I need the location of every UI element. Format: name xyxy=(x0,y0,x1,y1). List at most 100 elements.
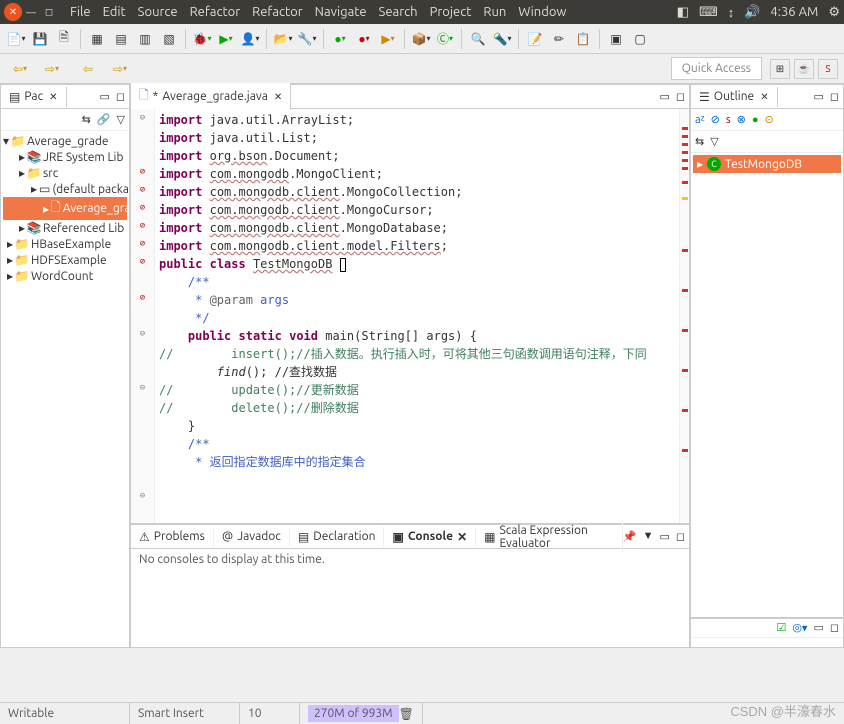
link-editor-icon[interactable]: 🔗 xyxy=(97,113,111,126)
hide-local-icon[interactable]: ● xyxy=(752,114,759,126)
tasks-icon[interactable]: ☑ xyxy=(776,621,786,635)
minimize-icon[interactable]: ▭ xyxy=(659,90,669,103)
tool-11[interactable]: ▢ xyxy=(630,29,650,49)
run-button[interactable]: ▶▾ xyxy=(216,29,236,49)
menu-refactor[interactable]: Refactor xyxy=(252,5,303,19)
focus-icon[interactable]: ⊙ xyxy=(764,113,773,126)
link-icon[interactable]: ⇆ xyxy=(695,135,704,148)
new-class-button[interactable]: Ⓒ▾ xyxy=(435,29,455,49)
view-menu-icon[interactable]: ▽ xyxy=(710,135,718,148)
tool-3[interactable]: ▥ xyxy=(135,29,155,49)
ext-tools-button[interactable]: ▶▾ xyxy=(378,29,398,49)
hide-fields-icon[interactable]: ⊘ xyxy=(711,113,720,126)
tree-item[interactable]: ▸📁WordCount xyxy=(3,268,127,284)
tab-problems[interactable]: ⚠ Problems xyxy=(131,527,214,547)
tool-7[interactable]: 📝 xyxy=(525,29,545,49)
editor-tab[interactable]: 🗋 *Average_grade.java ✕ xyxy=(131,83,291,110)
search-button[interactable]: 🔦▾ xyxy=(492,29,512,49)
tab-javadoc[interactable]: @ Javadoc xyxy=(214,527,290,546)
tree-item[interactable]: ▸📁src xyxy=(3,165,127,181)
menu-window[interactable]: Window xyxy=(518,5,566,19)
tool-10[interactable]: ▣ xyxy=(606,29,626,49)
open-type-button[interactable]: 🔍 xyxy=(468,29,488,49)
new-button[interactable]: 📄▾ xyxy=(6,29,26,49)
debug-button[interactable]: 🐞▾ xyxy=(192,29,212,49)
menu-run[interactable]: Run xyxy=(483,5,506,19)
java-perspective-icon[interactable]: ☕ xyxy=(794,59,814,79)
collapse-all-icon[interactable]: ⇆ xyxy=(82,113,91,126)
tree-item[interactable]: ▸🗋Average_gra xyxy=(3,197,127,220)
display-console-icon[interactable]: ▼ xyxy=(643,530,654,543)
open-task-icon[interactable]: ◎▾ xyxy=(792,621,807,635)
minimize-icon[interactable]: ▭ xyxy=(813,621,823,635)
tool-6[interactable]: 🔧▾ xyxy=(297,29,317,49)
scala-perspective-icon[interactable]: S xyxy=(818,59,838,79)
outline-class-item[interactable]: ▸CTestMongoDB xyxy=(693,155,841,173)
menu-navigate[interactable]: Navigate xyxy=(315,5,367,19)
tool-8[interactable]: ✏ xyxy=(549,29,569,49)
maximize-icon[interactable]: ◻ xyxy=(676,90,685,103)
tool-2[interactable]: ▤ xyxy=(111,29,131,49)
minimize-icon[interactable]: ▭ xyxy=(99,90,109,103)
gear-icon[interactable]: ⚙ xyxy=(828,5,840,20)
close-icon[interactable]: ✕ xyxy=(49,91,57,103)
volume-icon[interactable]: 🔊 xyxy=(744,5,760,20)
run-green-icon[interactable]: ●▾ xyxy=(330,29,350,49)
tab-scala-expression-evaluator[interactable]: ▦ Scala Expression Evaluator xyxy=(476,521,623,553)
minimize-icon[interactable]: ▭ xyxy=(813,90,823,103)
nav-back-button[interactable]: ⇦▾ xyxy=(6,59,34,79)
trash-icon[interactable]: 🗑 xyxy=(399,707,414,721)
close-icon[interactable]: ✕ xyxy=(457,530,467,544)
menu-refactor[interactable]: Refactor xyxy=(190,5,241,19)
tree-item[interactable]: ▸▭(default packa xyxy=(3,181,127,197)
nav-last-button[interactable]: ⇦ xyxy=(74,59,102,79)
maximize-icon[interactable]: ◻ xyxy=(830,621,839,635)
network-icon[interactable]: ↕ xyxy=(728,5,735,20)
tab-declaration[interactable]: ▤ Declaration xyxy=(290,527,385,547)
menu-project[interactable]: Project xyxy=(430,5,472,19)
coverage-button[interactable]: 👤▾ xyxy=(240,29,260,49)
nav-fwd-button[interactable]: ⇨▾ xyxy=(38,59,66,79)
minimize-icon[interactable]: ▭ xyxy=(659,530,669,543)
view-menu-icon[interactable]: ▽ xyxy=(117,113,125,126)
open-perspective-button[interactable]: ⊞ xyxy=(770,59,790,79)
sort-icon[interactable]: aᶻ xyxy=(695,114,705,126)
close-icon[interactable]: ✕ xyxy=(4,3,22,21)
tool-4[interactable]: ▧ xyxy=(159,29,179,49)
tool-9[interactable]: 📋 xyxy=(573,29,593,49)
hide-static-icon[interactable]: s xyxy=(726,114,731,126)
project-root[interactable]: ▾📁Average_grade xyxy=(3,133,127,149)
save-button[interactable]: 💾 xyxy=(30,29,50,49)
new-pkg-button[interactable]: 📦▾ xyxy=(411,29,431,49)
editor-gutter[interactable]: ⊖⊘⊘⊘⊘⊘⊘⊘⊖⊖⊖ xyxy=(131,109,155,523)
maximize-icon[interactable]: ◻ xyxy=(830,90,839,103)
pin-console-icon[interactable]: 📌 xyxy=(623,530,637,543)
maximize-icon[interactable]: ◻ xyxy=(40,3,58,21)
close-icon[interactable]: ✕ xyxy=(274,91,282,103)
minimize-icon[interactable]: — xyxy=(22,3,40,21)
tree-item[interactable]: ▸📁HDFSExample xyxy=(3,252,127,268)
tree-item[interactable]: ▸📚JRE System Lib xyxy=(3,149,127,165)
menu-search[interactable]: Search xyxy=(379,5,418,19)
tool-1[interactable]: ▦ xyxy=(87,29,107,49)
tool-5[interactable]: 📂▾ xyxy=(273,29,293,49)
status-memory[interactable]: 270M of 993M 🗑 xyxy=(300,703,423,724)
close-icon[interactable]: ✕ xyxy=(760,91,768,103)
menu-file[interactable]: File xyxy=(70,5,91,19)
clock[interactable]: 4:36 AM xyxy=(770,5,818,19)
nav-next-button[interactable]: ⇨▾ xyxy=(106,59,134,79)
keyboard-icon[interactable]: ⌨ xyxy=(699,5,718,20)
maximize-icon[interactable]: ◻ xyxy=(116,90,125,103)
menu-edit[interactable]: Edit xyxy=(103,5,126,19)
quick-access-input[interactable]: Quick Access xyxy=(671,57,762,80)
tree-item[interactable]: ▸📚Referenced Lib xyxy=(3,220,127,236)
tree-item[interactable]: ▸📁HBaseExample xyxy=(3,236,127,252)
code-area[interactable]: import java.util.ArrayList;import java.u… xyxy=(155,109,679,523)
menu-source[interactable]: Source xyxy=(138,5,178,19)
overview-ruler[interactable] xyxy=(679,109,689,523)
dropbox-icon[interactable]: ◧ xyxy=(677,5,689,20)
outline-tab[interactable]: ☰ Outline ✕ xyxy=(691,87,778,107)
hide-nonpublic-icon[interactable]: ⊗ xyxy=(737,113,746,126)
save-all-button[interactable]: 🗎 xyxy=(54,29,74,49)
maximize-icon[interactable]: ◻ xyxy=(676,530,685,543)
